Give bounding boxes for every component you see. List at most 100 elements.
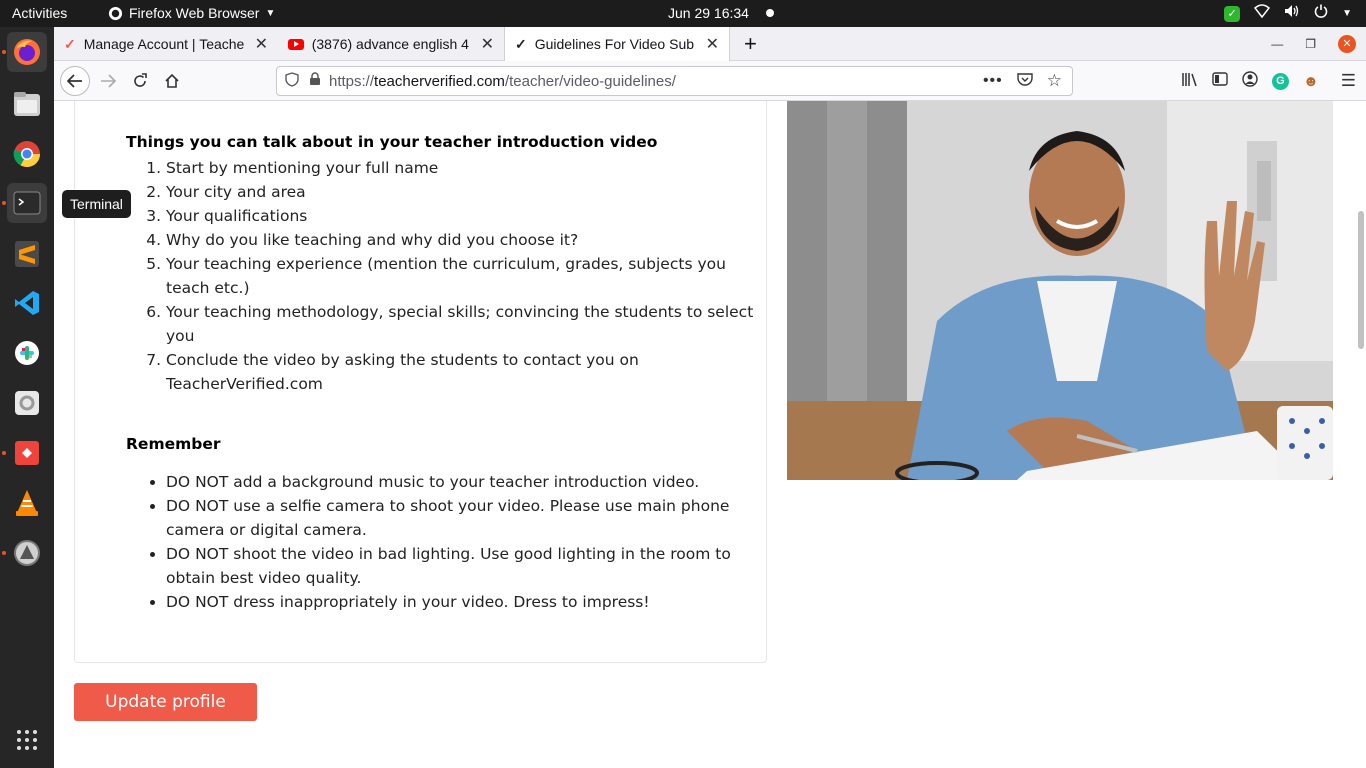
toolbar-right: G ☻ ☰ [1181,67,1356,95]
minimize-icon[interactable]: ― [1271,37,1283,51]
tab-title: (3876) advance english 4 [311,36,469,52]
youtube-favicon-icon [288,38,304,50]
tab-video-guidelines[interactable]: ✓ Guidelines For Video Sub ✕ [504,27,730,61]
url-domain: teacherverified.com [374,72,505,90]
vlc-icon [16,490,38,516]
list-item: DO NOT dress inappropriately in your vid… [166,590,766,614]
maximize-icon[interactable]: ❐ [1305,37,1316,51]
dock-settings[interactable] [7,383,47,423]
files-icon [14,92,40,116]
home-button[interactable] [158,67,186,95]
network-icon[interactable] [1254,0,1271,27]
volume-icon[interactable] [1284,0,1300,27]
reload-icon [134,73,147,87]
system-tray[interactable]: ✓ ▼ [1224,0,1352,27]
running-indicator [2,50,6,54]
running-indicator [2,551,6,555]
sidebar-icon[interactable] [1212,72,1228,90]
settings-icon [15,391,39,415]
dock-sublime[interactable] [7,234,47,274]
library-icon[interactable] [1181,72,1198,91]
lock-icon[interactable] [309,72,321,90]
bookmark-star-icon[interactable]: ☆ [1047,71,1062,91]
list-item: Why do you like teaching and why did you… [166,228,766,252]
url-actions: ••• ☆ [983,67,1062,95]
forward-button[interactable] [94,67,122,95]
page-scrollbar[interactable] [1358,211,1364,349]
grammarly-icon[interactable]: G [1271,72,1289,90]
close-tab-icon[interactable]: ✕ [706,34,719,54]
list-item: DO NOT use a selfie camera to shoot your… [166,494,766,542]
chevron-down-icon: ▼ [265,8,276,19]
power-icon[interactable] [1314,0,1328,27]
back-button[interactable] [60,66,90,96]
home-icon [165,73,179,88]
new-tab-button[interactable]: + [734,27,766,61]
teacher-waving-photo [787,101,1333,480]
dock [0,27,54,768]
close-window-icon[interactable]: ✕ [1338,35,1356,53]
web-page: Things you can talk about in your teache… [54,101,1366,768]
url-bar[interactable]: https://teacherverified.com/teacher/vide… [276,66,1073,96]
vscode-icon [15,291,39,315]
reload-button[interactable] [126,67,154,95]
remember-heading: Remember [126,435,221,453]
notification-dot-icon [766,9,774,17]
tab-title: Manage Account | Teache [83,36,245,52]
dock-firefox[interactable] [7,32,47,72]
url-text: https://teacherverified.com/teacher/vide… [329,73,676,90]
list-item: DO NOT add a background music to your te… [166,470,766,494]
activities-button[interactable]: Activities [12,0,67,27]
account-icon[interactable] [1242,71,1258,91]
dock-chrome[interactable] [7,134,47,174]
dock-show-applications[interactable] [7,720,47,760]
update-profile-button[interactable]: Update profile [74,683,257,721]
close-tab-icon[interactable]: ✕ [481,34,494,54]
pocket-icon[interactable] [1017,72,1033,91]
list-item: Your qualifications [166,204,766,228]
window-controls: ― ❐ ✕ [1271,27,1356,61]
terminal-icon [13,191,41,215]
dock-terminal[interactable] [7,183,47,223]
dock-updater[interactable] [7,533,47,573]
plus-icon: + [744,31,757,56]
dock-vscode[interactable] [7,283,47,323]
arrow-left-icon [67,74,82,88]
app-menu-label: Firefox Web Browser [129,5,260,21]
running-indicator [2,201,6,205]
dock-vlc[interactable] [7,483,47,523]
clock[interactable]: Jun 29 16:34 [668,0,749,27]
app-menu[interactable]: Firefox Web Browser ▼ [108,0,275,27]
tab-bar: ✓ Manage Account | Teache ✕ (3876) advan… [54,27,1366,61]
talk-about-heading: Things you can talk about in your teache… [126,133,658,151]
list-item: Your teaching experience (mention the cu… [166,252,766,300]
guidelines-content: Things you can talk about in your teache… [126,132,766,611]
chevron-down-icon[interactable]: ▼ [1342,0,1352,27]
remember-list: DO NOT add a background music to your te… [166,470,766,614]
hamburger-menu-icon[interactable]: ☰ [1341,71,1356,91]
sublime-text-icon [15,241,39,267]
dock-anydesk[interactable] [7,433,47,473]
tab-manage-account[interactable]: ✓ Manage Account | Teache ✕ [54,27,278,61]
shield-icon[interactable] [285,71,299,91]
slack-icon [15,341,39,365]
tab-youtube[interactable]: (3876) advance english 4 ✕ [278,27,504,61]
guidelines-card: Things you can talk about in your teache… [74,101,767,663]
dock-tooltip: Terminal [62,190,131,218]
anydesk-icon [15,441,39,465]
url-scheme: https:// [329,72,375,90]
dock-slack[interactable] [7,333,47,373]
close-tab-icon[interactable]: ✕ [255,34,268,54]
firefox-small-icon [108,6,123,21]
running-indicator [2,451,6,455]
list-item: Your teaching methodology, special skill… [166,300,766,348]
extension-avatar-icon[interactable]: ☻ [1303,73,1319,90]
more-actions-icon[interactable]: ••• [983,72,1003,90]
grid-icon [17,730,37,750]
arrow-right-icon [101,74,116,88]
gnome-top-bar: Activities Firefox Web Browser ▼ Jun 29 … [0,0,1366,27]
list-item: Your city and area [166,180,766,204]
update-check-icon[interactable]: ✓ [1224,5,1241,22]
teacherverified-favicon-icon: ✓ [515,35,527,52]
dock-files[interactable] [7,84,47,124]
